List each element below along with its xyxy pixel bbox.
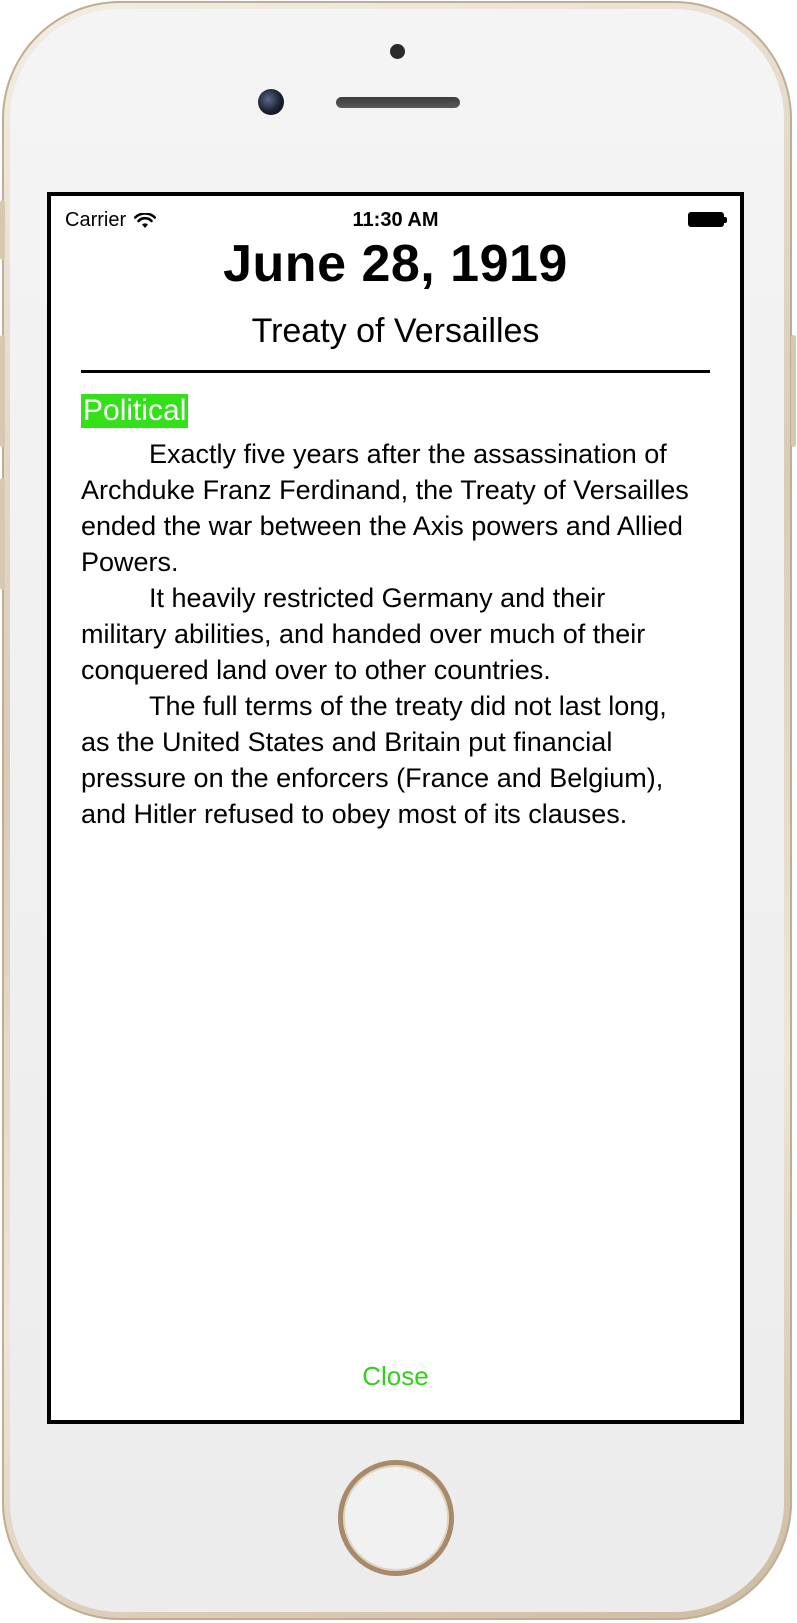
event-description: Exactly five years after the assassinati… — [81, 436, 693, 832]
earpiece-speaker — [336, 97, 460, 108]
header-divider — [81, 370, 710, 373]
device-screen: Carrier 11:30 AM June 28, 1919 Treaty of… — [47, 192, 744, 1424]
silent-switch — [0, 200, 5, 260]
description-paragraph: It heavily restricted Germany and their … — [81, 583, 646, 685]
close-button[interactable]: Close — [51, 1361, 740, 1392]
description-paragraph: Exactly five years after the assassinati… — [81, 439, 689, 577]
category-badge: Political — [81, 394, 189, 428]
status-time: 11:30 AM — [352, 209, 439, 231]
battery-icon — [688, 211, 728, 228]
volume-down-button — [0, 478, 5, 590]
volume-up-button — [0, 335, 5, 447]
event-date-title: June 28, 1919 — [223, 235, 568, 293]
status-bar: Carrier 11:30 AM — [51, 196, 740, 236]
description-paragraph: The full terms of the treaty did not las… — [81, 691, 667, 829]
battery-level — [688, 212, 724, 227]
front-camera-icon — [258, 89, 284, 115]
power-button — [791, 335, 796, 447]
battery-tip — [724, 216, 727, 223]
event-name: Treaty of Versailles — [251, 312, 540, 350]
home-button[interactable] — [338, 1460, 454, 1576]
proximity-sensor — [390, 44, 405, 59]
